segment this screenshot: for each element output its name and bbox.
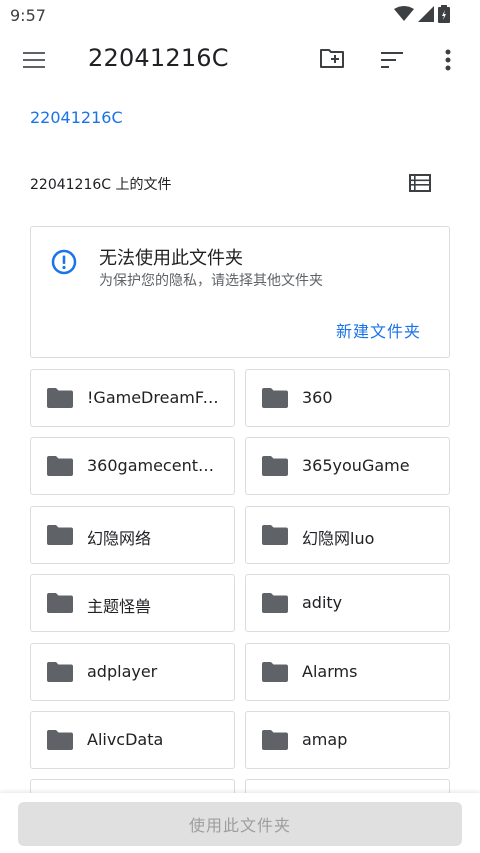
folder-icon bbox=[47, 456, 73, 476]
folder-item[interactable]: 360gamecenter... bbox=[30, 437, 235, 495]
use-this-folder-button[interactable]: 使用此文件夹 bbox=[18, 802, 462, 846]
folder-icon bbox=[47, 662, 73, 682]
signal-icon bbox=[418, 6, 434, 22]
folder-item[interactable]: 365youGame bbox=[245, 437, 450, 495]
new-folder-link[interactable]: 新建文件夹 bbox=[336, 318, 421, 342]
folder-icon bbox=[47, 593, 73, 613]
cannot-use-folder-card: 无法使用此文件夹 为保护您的隐私，请选择其他文件夹 新建文件夹 bbox=[30, 226, 450, 358]
sort-icon bbox=[381, 52, 403, 68]
bottom-action-bar: 使用此文件夹 bbox=[0, 793, 480, 853]
wifi-icon bbox=[394, 6, 414, 21]
folder-name: adplayer bbox=[87, 662, 158, 681]
folder-item[interactable]: amap bbox=[245, 711, 450, 769]
notice-title: 无法使用此文件夹 bbox=[99, 248, 243, 269]
app-bar: 22041216C bbox=[0, 32, 480, 88]
folder-icon bbox=[262, 662, 288, 682]
folder-icon bbox=[47, 730, 73, 750]
folder-name: 360 bbox=[302, 388, 333, 407]
folder-item[interactable]: adplayer bbox=[30, 643, 235, 701]
more-vert-icon bbox=[445, 49, 451, 71]
folder-item[interactable]: adity bbox=[245, 574, 450, 632]
list-view-icon bbox=[409, 174, 431, 192]
folder-item[interactable]: 幻隐网luo bbox=[245, 506, 450, 564]
list-view-toggle-button[interactable] bbox=[400, 163, 440, 203]
folder-icon bbox=[47, 388, 73, 408]
folder-name: !GameDreamFa... bbox=[87, 388, 221, 407]
create-new-folder-button[interactable] bbox=[312, 38, 352, 78]
folder-icon bbox=[262, 525, 288, 545]
folder-icon bbox=[47, 525, 73, 545]
folder-item[interactable]: 幻隐网络 bbox=[30, 506, 235, 564]
folder-name: 幻隐网络 bbox=[87, 529, 152, 548]
folder-name: AlivcData bbox=[87, 730, 164, 749]
folder-name: adity bbox=[302, 593, 343, 612]
notice-subtitle: 为保护您的隐私，请选择其他文件夹 bbox=[99, 273, 323, 289]
folder-item[interactable]: 360 bbox=[245, 369, 450, 427]
status-time: 9:57 bbox=[10, 6, 46, 25]
folder-name: 主题怪兽 bbox=[87, 597, 152, 616]
folder-icon bbox=[262, 730, 288, 750]
breadcrumb-root[interactable]: 22041216C bbox=[30, 108, 123, 127]
page-title: 22041216C bbox=[88, 44, 229, 72]
hamburger-menu-icon bbox=[23, 52, 45, 68]
sort-button[interactable] bbox=[372, 40, 412, 80]
status-icons bbox=[394, 5, 450, 23]
info-icon bbox=[51, 249, 77, 275]
battery-icon bbox=[438, 5, 450, 23]
folder-item[interactable]: AlivcData bbox=[30, 711, 235, 769]
create-new-folder-icon bbox=[320, 49, 344, 68]
folder-icon bbox=[262, 388, 288, 408]
folder-item[interactable]: 主题怪兽 bbox=[30, 574, 235, 632]
folder-name: 幻隐网luo bbox=[302, 529, 375, 548]
folder-item[interactable]: Alarms bbox=[245, 643, 450, 701]
folder-name: amap bbox=[302, 730, 348, 749]
status-bar: 9:57 bbox=[0, 0, 480, 32]
folder-icon bbox=[262, 593, 288, 613]
folder-item[interactable]: !GameDreamFa... bbox=[30, 369, 235, 427]
files-header: 22041216C 上的文件 bbox=[30, 177, 172, 193]
more-options-button[interactable] bbox=[428, 40, 468, 80]
folder-name: 360gamecenter... bbox=[87, 456, 221, 475]
folder-name: Alarms bbox=[302, 662, 358, 681]
menu-button[interactable] bbox=[14, 40, 54, 80]
folder-icon bbox=[262, 456, 288, 476]
folder-name: 365youGame bbox=[302, 456, 410, 475]
